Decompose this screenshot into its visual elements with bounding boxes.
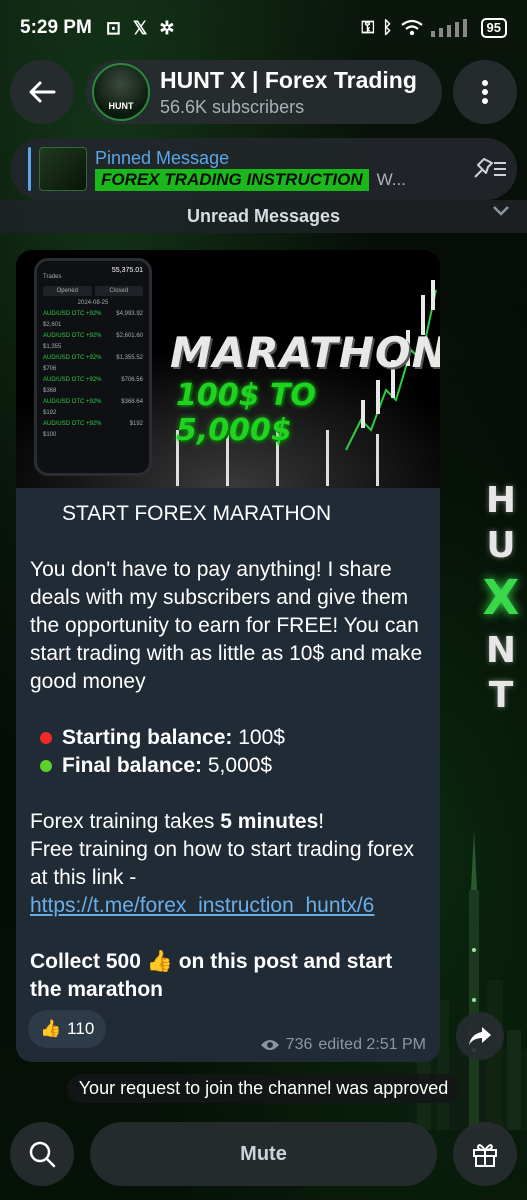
balance-list: Starting balance: 100$ Final balance: 5,… [30, 724, 426, 780]
phone-trade-row: $368 [43, 388, 57, 394]
pinned-thumbnail [39, 147, 87, 191]
watermark-letter: H [485, 480, 517, 521]
promo-subtitle: 100$ TO 5,000$ [176, 378, 316, 448]
collect-pre: Collect 500 [30, 950, 147, 973]
hunt-watermark: H U X N T [481, 480, 521, 716]
eye-icon [260, 1040, 279, 1050]
training-line: Free training on how to start trading fo… [30, 838, 415, 889]
bluetooth-icon: ᛒ [382, 18, 393, 37]
message-paragraph: You don't have to pay anything! I share … [30, 558, 423, 693]
avatar-text: HUNT [108, 101, 134, 111]
search-button[interactable] [10, 1122, 74, 1186]
pinned-list-button[interactable] [463, 142, 517, 196]
phone-trade-row: $100 [43, 432, 57, 438]
collect-text: Collect 500 👍 on this post and start the… [30, 948, 426, 1004]
status-bar: 5:29 PM ⊡ 𝕏 ✲ ⚿ ᛒ 95 [0, 0, 527, 56]
pinned-preview-more: W... [376, 169, 406, 189]
phone-trade-row: $192 [43, 410, 57, 416]
watermark-letter: X [482, 570, 520, 626]
watermark-letter: T [488, 675, 514, 716]
pinned-preview-text: FOREX TRADING INSTRUCTION [95, 168, 369, 191]
phone-trade-row: $1,355 [43, 344, 62, 350]
battery-indicator: 95 [480, 18, 507, 38]
unread-messages-divider: Unread Messages [0, 200, 527, 233]
message-image[interactable]: 55,375.01 Trades Opened Closed 2024-08-2… [16, 250, 440, 488]
arrow-left-icon [29, 81, 56, 103]
training-link[interactable]: https://t.me/forex_instruction_huntx/6 [30, 894, 374, 917]
wifi-icon [400, 19, 423, 36]
message-bubble[interactable]: 55,375.01 Trades Opened Closed 2024-08-2… [16, 250, 440, 1062]
share-arrow-icon [469, 1027, 491, 1045]
final-balance-value: 5,000$ [202, 754, 273, 777]
phone-trade-row: AUD/USD OTC +92% $1,355.52 [43, 355, 143, 361]
promo-title: MARATHON [170, 328, 440, 377]
message-heading: START FOREX MARATHON [62, 502, 332, 525]
phone-trade-row: AUD/USD OTC +92% $706.56 [43, 377, 143, 383]
chevron-down-icon[interactable] [491, 204, 511, 218]
channel-avatar[interactable]: HUNT [92, 63, 150, 121]
settings-icon: ✲ [159, 17, 175, 38]
phone-tab-opened: Opened [43, 286, 92, 296]
start-balance-value: 100$ [232, 726, 285, 749]
gift-button[interactable] [453, 1122, 517, 1186]
x-app-icon: 𝕏 [132, 17, 148, 38]
list-item: Final balance: 5,000$ [40, 752, 426, 780]
gift-icon [473, 1144, 497, 1167]
training-text: Forex training takes [30, 810, 221, 833]
message-meta: 736 edited 2:51 PM [260, 1036, 426, 1054]
phone-header: Trades [43, 274, 62, 280]
start-balance-label: Starting balance: [62, 726, 233, 749]
thumbs-up-icon: 👍 [40, 1019, 62, 1038]
chat-header: HUNT HUNT X | Forex Trading 56.6K subscr… [10, 60, 517, 128]
notification-icon: ⊡ [105, 17, 121, 38]
more-options-button[interactable] [453, 60, 517, 124]
channel-info-button[interactable]: HUNT HUNT X | Forex Trading 56.6K subscr… [86, 60, 442, 124]
reaction-count: 110 [67, 1019, 95, 1038]
training-bold: 5 minutes [220, 810, 319, 833]
phone-trade-row: AUD/USD OTC +92% $368.64 [43, 399, 143, 405]
phone-mockup: 55,375.01 Trades Opened Closed 2024-08-2… [34, 258, 152, 476]
reaction-chip[interactable]: 👍 110 [28, 1010, 107, 1048]
bottom-bar: Mute [10, 1122, 517, 1188]
status-time: 5:29 PM [20, 17, 92, 38]
phone-trade-row: AUD/USD OTC +92% $2,601.60 [43, 333, 143, 339]
channel-title: HUNT X | Forex Trading [160, 66, 417, 93]
training-paragraph: Forex training takes 5 minutes! Free tra… [30, 808, 426, 920]
final-balance-label: Final balance: [62, 754, 203, 777]
search-icon [29, 1141, 56, 1168]
pinned-label: Pinned Message [95, 147, 230, 168]
pinned-indicator [28, 147, 31, 191]
red-circle-icon [40, 732, 52, 744]
unread-label: Unread Messages [186, 206, 341, 226]
phone-trade-row: $706 [43, 366, 57, 372]
phone-date: 2024-08-25 [77, 300, 109, 306]
message-text: START FOREX MARATHON You don't have to p… [16, 500, 440, 1004]
training-text-end: ! [318, 810, 325, 833]
subscriber-count: 56.6K subscribers [160, 96, 305, 117]
back-button[interactable] [10, 60, 74, 124]
pinned-message-bar[interactable]: Pinned Message FOREX TRADING INSTRUCTION… [10, 138, 517, 200]
mute-button[interactable]: Mute [90, 1122, 437, 1186]
thumbs-up-icon: 👍 [146, 950, 173, 973]
watermark-letter: U [486, 525, 516, 566]
view-count: 736 [285, 1036, 313, 1053]
service-message: Your request to join the channel was app… [66, 1074, 461, 1103]
more-vertical-icon [482, 80, 488, 104]
watermark-letter: N [485, 630, 517, 671]
phone-balance: 55,375.01 [111, 267, 143, 274]
share-button[interactable] [456, 1012, 504, 1060]
phone-trade-row: AUD/USD OTC +92% $192 [43, 421, 143, 427]
key-icon: ⚿ [361, 18, 375, 37]
signal-icon [430, 19, 467, 37]
phone-trade-row: $2,601 [43, 322, 62, 328]
list-item: Starting balance: 100$ [40, 724, 426, 752]
edited-time: edited 2:51 PM [318, 1036, 426, 1053]
green-circle-icon [40, 760, 52, 772]
phone-tab-closed: Closed [94, 286, 143, 296]
pin-list-icon [474, 158, 506, 178]
phone-trade-row: AUD/USD OTC +92% $4,993.92 [43, 311, 143, 317]
